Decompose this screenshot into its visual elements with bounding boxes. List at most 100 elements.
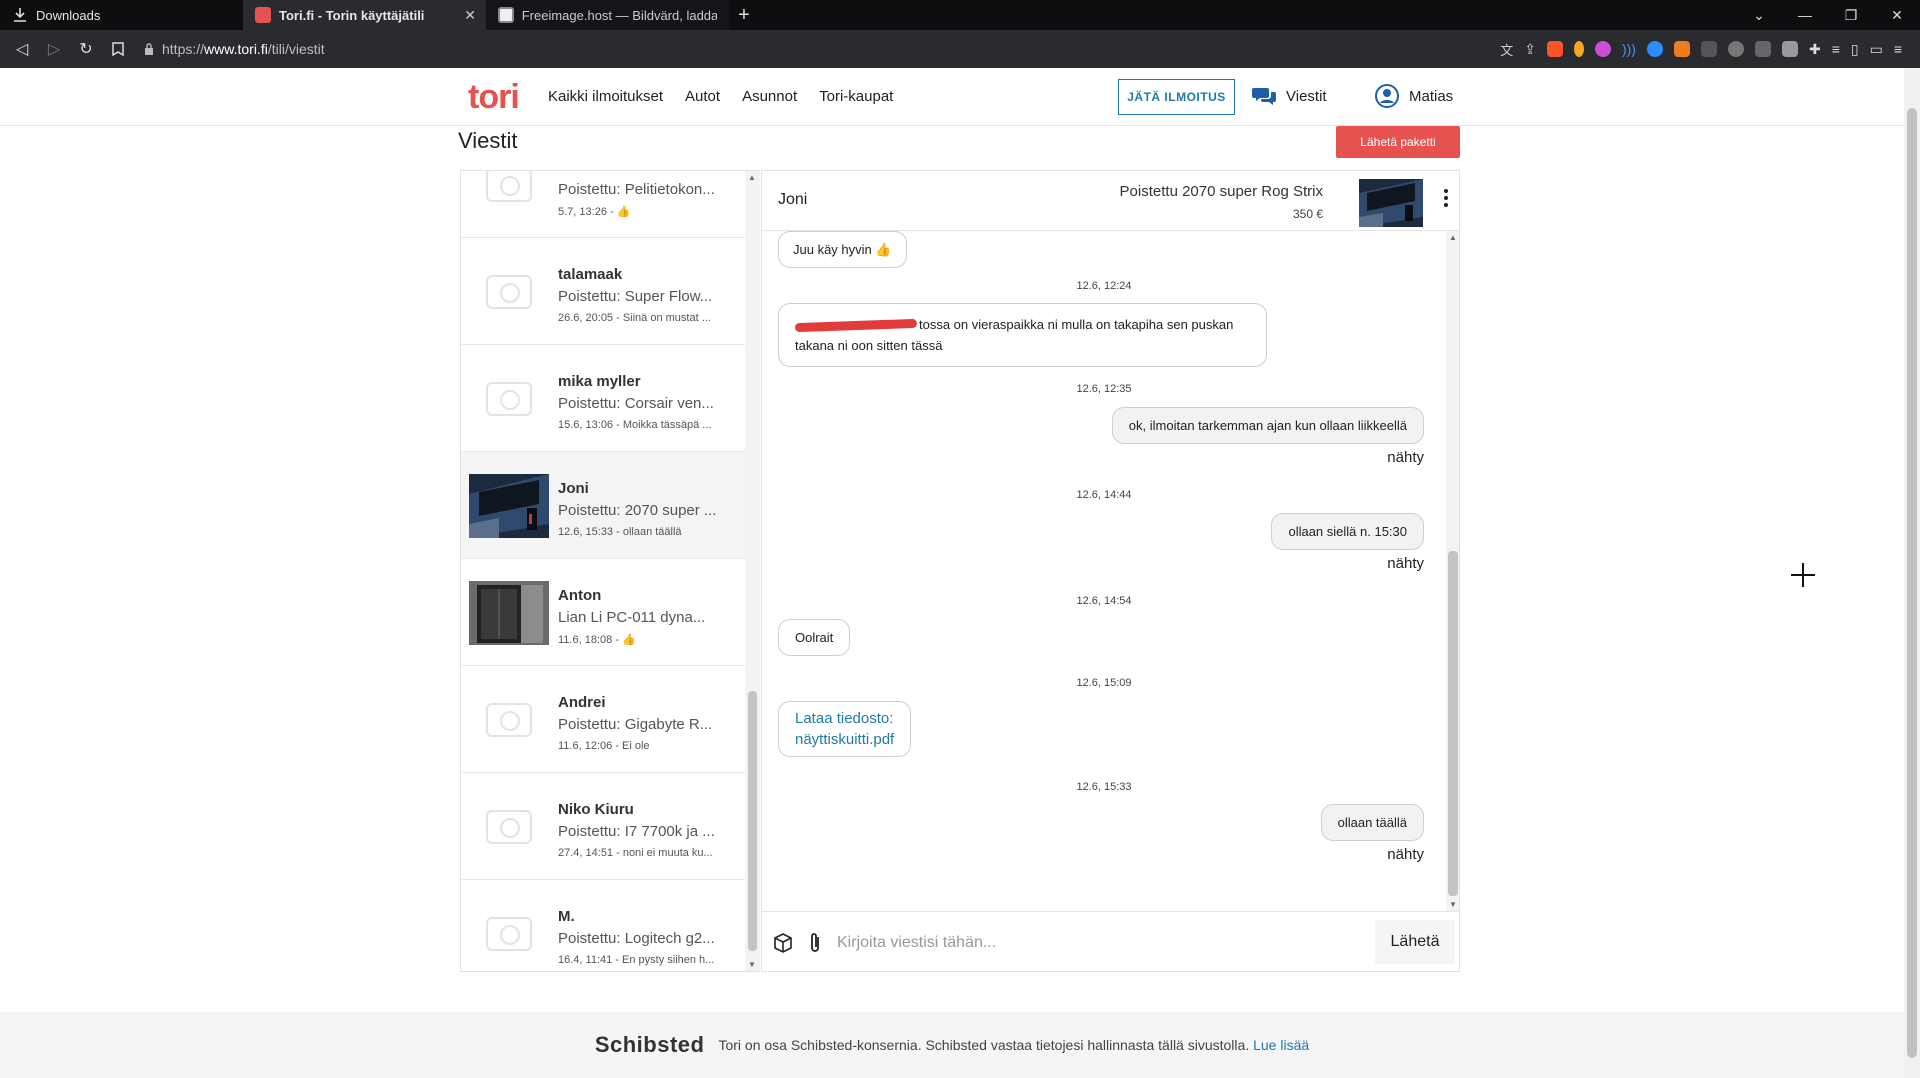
tab-downloads[interactable]: Downloads (0, 0, 243, 30)
close-window-icon[interactable]: ✕ (1874, 7, 1920, 24)
extension-icons: 文 ⇪ ))) ✚ ≡ ▯ ▭ ≡ (1500, 30, 1902, 68)
nav-all-ads[interactable]: Kaikki ilmoitukset (548, 88, 663, 105)
reload-icon[interactable]: ↻ (70, 30, 102, 68)
conversation-name: M. (558, 908, 575, 925)
conversation-item[interactable]: Niko Kiuru Poistettu: I7 7700k ja ... 27… (461, 773, 745, 880)
conversation-subject: Poistettu: I7 7700k ja ... (558, 823, 715, 840)
conversation-item[interactable]: Poistettu: Pelitietokon... 5.7, 13:26 - … (461, 171, 745, 238)
message-thread: Juu käy hyvin 👍 12.6, 12:24 tossa on vie… (762, 231, 1446, 911)
scroll-down-arrow-icon[interactable]: ▼ (748, 960, 756, 969)
send-message-button[interactable]: Lähetä (1375, 920, 1455, 964)
tab-title: Freeimage.host — Bildvärd, ladda upp (521, 7, 717, 23)
page-viewport: tori Kaikki ilmoitukset Autot Asunnot To… (0, 68, 1904, 1078)
seen-indicator: nähty (1387, 555, 1424, 572)
lock-icon (145, 43, 153, 55)
conversation-item[interactable]: mika myller Poistettu: Corsair ven... 15… (461, 345, 745, 452)
sidebar-icon[interactable]: ▯ (1851, 41, 1859, 58)
window-controls: ⌄ — ❐ ✕ (1736, 0, 1920, 30)
new-tab-button[interactable]: + (729, 0, 759, 30)
chat-bubbles-icon (1252, 88, 1276, 105)
translate-icon[interactable]: 文 (1500, 40, 1513, 59)
paperclip-icon[interactable] (804, 932, 826, 954)
conversation-meta: 16.4, 11:41 - En pysty siihen h... (558, 954, 715, 966)
attachment-bubble[interactable]: Lataa tiedosto: näyttiskuitti.pdf (778, 701, 912, 757)
conversation-name: mika myller (558, 373, 641, 390)
scroll-up-arrow-icon[interactable]: ▲ (1449, 233, 1457, 242)
extension-doc-icon[interactable] (1781, 41, 1798, 57)
conversation-item[interactable]: Andrei Poistettu: Gigabyte R... 11.6, 12… (461, 666, 745, 773)
close-tab-icon[interactable]: ✕ (464, 7, 476, 24)
user-menu[interactable]: Matias (1375, 84, 1453, 108)
extension-hat-icon[interactable] (1727, 41, 1744, 57)
read-more-link[interactable]: Lue lisää (1253, 1037, 1309, 1053)
ad-thumbnail[interactable] (1359, 179, 1423, 227)
chat-header: Joni Poistettu 2070 super Rog Strix 350 … (762, 171, 1459, 231)
nav-apartments[interactable]: Asunnot (742, 88, 797, 105)
conversation-meta: 15.6, 13:06 - Moikka tässäpä ... (558, 419, 712, 431)
playlist-icon[interactable]: ≡ (1832, 41, 1840, 57)
conversation-item[interactable]: talamaak Poistettu: Super Flow... 26.6, … (461, 238, 745, 345)
download-file-label[interactable]: Lataa tiedosto: (795, 710, 893, 727)
package-icon[interactable] (772, 932, 794, 954)
tori-favicon (255, 7, 271, 23)
conversation-item[interactable]: Anton Lian Li PC-011 dyna... 11.6, 18:08… (461, 559, 745, 666)
attachment-filename-link[interactable]: näyttiskuitti.pdf (795, 731, 894, 748)
message-timestamp: 12.6, 12:24 (1076, 280, 1132, 292)
ad-price: 350 € (1292, 207, 1323, 221)
address-bar[interactable]: https://www.tori.fi/tili/viestit (144, 35, 1304, 63)
messages-link[interactable]: Viestit (1252, 86, 1327, 106)
scrollbar-thumb[interactable] (1448, 551, 1458, 896)
nav-tori-shops[interactable]: Tori-kaupat (819, 88, 893, 105)
chevron-down-icon[interactable]: ⌄ (1736, 7, 1782, 24)
message-input[interactable] (837, 926, 1357, 960)
page-scrollbar-thumb[interactable] (1907, 108, 1917, 1058)
conversation-subject: Poistettu: Pelitietokon... (558, 181, 715, 198)
tori-logo[interactable]: tori (468, 78, 520, 117)
scrollbar-thumb[interactable] (748, 691, 757, 951)
schibsted-logo: Schibsted (594, 1032, 705, 1057)
back-icon[interactable]: ◁ (6, 30, 38, 68)
nav-cars[interactable]: Autot (685, 88, 720, 105)
chat-panel: Joni Poistettu 2070 super Rog Strix 350 … (761, 170, 1460, 972)
extension-orange-icon[interactable] (1573, 41, 1584, 57)
scroll-up-arrow-icon[interactable]: ▲ (748, 173, 756, 182)
menu-icon[interactable]: ≡ (1894, 41, 1902, 57)
tab-freeimage[interactable]: Freeimage.host — Bildvärd, ladda upp (486, 0, 729, 30)
conversation-item-selected[interactable]: Joni Poistettu: 2070 super ... 12.6, 15:… (461, 452, 745, 559)
footer-text: Tori on osa Schibsted-konsernia. Schibst… (718, 1037, 1310, 1053)
forward-icon[interactable]: ▷ (38, 30, 70, 68)
restore-icon[interactable]: ❐ (1828, 7, 1874, 24)
more-options-icon[interactable] (1443, 189, 1449, 207)
message-composer: Lähetä (762, 911, 1459, 971)
scroll-down-arrow-icon[interactable]: ▼ (1449, 900, 1457, 909)
tab-tori[interactable]: Tori.fi - Torin käyttäjätili ✕ (243, 0, 486, 30)
tab-title: Tori.fi - Torin käyttäjätili (279, 7, 425, 23)
page-scrollbar[interactable] (1904, 68, 1920, 1078)
extension-color-icon[interactable] (1594, 41, 1611, 57)
post-ad-button[interactable]: JÄTÄ ILMOITUS (1118, 79, 1235, 115)
minimize-icon[interactable]: — (1782, 7, 1828, 23)
seen-indicator: nähty (1387, 846, 1424, 863)
conversation-meta: 5.7, 13:26 - 👍 (558, 206, 631, 218)
site-footer: Schibsted Tori on osa Schibsted-konserni… (0, 1012, 1904, 1078)
message-bubble-received: Juu käy hyvin 👍 (778, 231, 907, 268)
message-timestamp: 12.6, 14:44 (1076, 489, 1132, 501)
conversation-item[interactable]: M. Poistettu: Logitech g2... 16.4, 11:41… (461, 880, 745, 971)
share-icon[interactable]: ⇪ (1524, 41, 1536, 58)
conversation-name: Niko Kiuru (558, 801, 634, 818)
chat-scrollbar[interactable]: ▲ ▼ (1446, 231, 1459, 911)
gpu-thumbnail (469, 474, 549, 538)
ad-title[interactable]: Poistettu 2070 super Rog Strix (1120, 183, 1323, 200)
brave-shield-icon[interactable] (1546, 41, 1563, 57)
extension-blue-icon[interactable] (1646, 41, 1663, 57)
send-package-button[interactable]: Lähetä paketti (1336, 126, 1460, 158)
placeholder-image-icon (469, 902, 549, 966)
wireless-icon[interactable]: ))) (1622, 41, 1636, 57)
extension-feather-icon[interactable] (1754, 41, 1771, 57)
puzzle-icon[interactable]: ✚ (1809, 41, 1821, 58)
conversation-list-scrollbar[interactable]: ▲ ▼ (745, 170, 760, 972)
extension-orange-square-icon[interactable] (1673, 41, 1690, 57)
bookmark-icon[interactable] (102, 30, 134, 68)
wallet-icon[interactable]: ▭ (1870, 41, 1883, 58)
extension-glasses-icon[interactable] (1700, 41, 1717, 57)
